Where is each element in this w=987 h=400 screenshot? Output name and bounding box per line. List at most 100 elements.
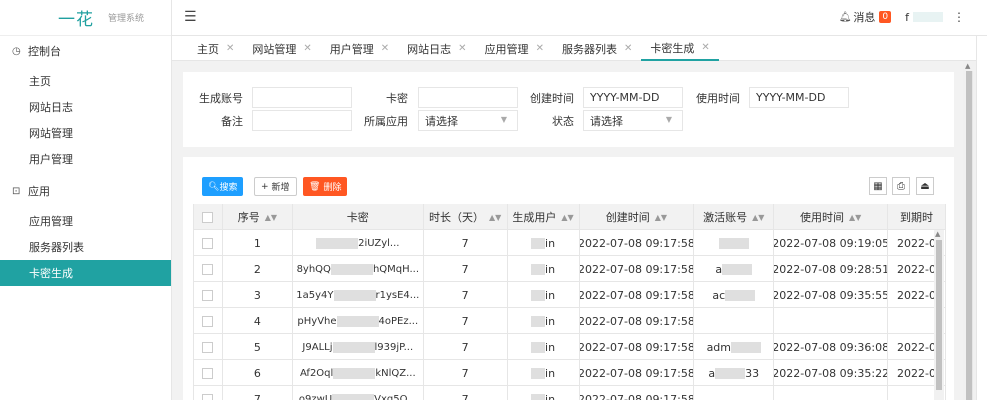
- sidebar-item-app-manage[interactable]: 应用管理: [0, 208, 171, 234]
- delete-button-label: 删除: [323, 183, 342, 193]
- col-no[interactable]: 序号 ▲▼: [223, 204, 293, 230]
- nav-group-apps[interactable]: ⊡ 应用: [0, 178, 171, 204]
- row-checkbox[interactable]: [202, 341, 214, 353]
- table-row[interactable]: 7 o9zwU Vxq5O... 7 in 2022-07-08 09:17:58: [194, 386, 946, 400]
- sort-icon[interactable]: ▲▼: [849, 213, 861, 222]
- tab-site-logs[interactable]: 网站日志 ✕: [398, 36, 475, 61]
- row-checkbox[interactable]: [202, 393, 214, 400]
- cell-gen-user: in: [508, 386, 580, 400]
- more-icon[interactable]: ⋮: [953, 10, 965, 24]
- remark-input[interactable]: [252, 110, 352, 131]
- messages-label[interactable]: 消息: [853, 9, 875, 25]
- table-scrollbar[interactable]: ▲: [934, 230, 944, 400]
- status-select[interactable]: 请选择 ▼: [583, 110, 683, 131]
- sort-icon[interactable]: ▲▼: [265, 213, 277, 222]
- cell-no: 6: [223, 360, 293, 386]
- table-row[interactable]: 1 2iUZyl... 7 in 2022-07-08 09:17:58 2022-07-…: [194, 230, 946, 256]
- search-form: 生成账号 卡密 创建时间 YYYY-MM-DD 使用时间 YYYY-MM-DD …: [183, 72, 954, 147]
- create-time-input[interactable]: YYYY-MM-DD: [583, 87, 683, 108]
- tab-site-manage[interactable]: 网站管理 ✕: [243, 36, 320, 61]
- row-select-cell: [194, 282, 223, 308]
- cell-days: 7: [424, 334, 508, 360]
- col-gen-user[interactable]: 生成用户 ▲▼: [508, 204, 580, 230]
- col-created[interactable]: 创建时间 ▲▼: [580, 204, 695, 230]
- gen-user-text: in: [545, 366, 556, 380]
- dashboard-icon: ◷: [12, 45, 21, 57]
- sort-icon[interactable]: ▲▼: [655, 213, 667, 222]
- trash-icon: 🗑︎: [309, 181, 321, 192]
- use-time-input[interactable]: YYYY-MM-DD: [749, 87, 849, 108]
- delete-button[interactable]: 🗑︎ 删除: [303, 177, 348, 196]
- scroll-up-icon[interactable]: ▲: [965, 62, 970, 70]
- page-scrollbar[interactable]: ▲: [963, 61, 976, 400]
- table-row[interactable]: 6 Af2Oql kNlQZ... 7 in 2022-07-08 09:17:58 a 33…: [194, 360, 946, 386]
- sort-icon[interactable]: ▲▼: [752, 213, 764, 222]
- cell-no: 5: [223, 334, 293, 360]
- card-key-input[interactable]: [418, 87, 518, 108]
- col-used[interactable]: 使用时间 ▲▼: [774, 204, 889, 230]
- sidebar-item-server-list[interactable]: 服务器列表: [0, 234, 171, 260]
- col-days[interactable]: 时长（天） ▲▼: [424, 204, 508, 230]
- card-key-label: 卡密: [386, 92, 408, 105]
- close-icon[interactable]: ✕: [381, 43, 389, 54]
- export-icon[interactable]: ⏏: [916, 177, 934, 195]
- menu-fold-icon[interactable]: ☰: [184, 9, 197, 25]
- user-menu[interactable]: f: [905, 11, 943, 24]
- sort-icon[interactable]: ▲▼: [489, 213, 501, 222]
- sidebar-item-home[interactable]: 主页: [0, 68, 171, 94]
- sort-icon[interactable]: ▲▼: [561, 213, 573, 222]
- tab-server-list[interactable]: 服务器列表 ✕: [553, 36, 641, 61]
- search-button[interactable]: 🔍︎ 搜索: [202, 177, 244, 196]
- row-checkbox[interactable]: [202, 237, 214, 249]
- tab-app-manage[interactable]: 应用管理 ✕: [476, 36, 553, 61]
- page-tabs: 主页 ✕ 网站管理 ✕ 用户管理 ✕ 网站日志 ✕ 应用管理 ✕ 服务器列表 ✕ 卡密生成 ✕: [172, 36, 977, 61]
- print-icon[interactable]: ⎙: [892, 177, 910, 195]
- row-checkbox[interactable]: [202, 367, 214, 379]
- logo-text: 一花: [58, 10, 94, 30]
- sidebar-item-site-manage[interactable]: 网站管理: [0, 120, 171, 146]
- close-icon[interactable]: ✕: [701, 42, 709, 53]
- table-row[interactable]: 2 8yhQQ hQMqH... 7 in 2022-07-08 09:17:58 a 202…: [194, 256, 946, 282]
- app-root: 一花 管理系统 ◷ 控制台 主页 网站日志 网站管理 用户管理 ⊡ 应用 应用管…: [0, 0, 987, 400]
- close-icon[interactable]: ✕: [303, 43, 311, 54]
- scrollbar-thumb[interactable]: [966, 71, 973, 400]
- row-checkbox[interactable]: [202, 315, 214, 327]
- row-checkbox[interactable]: [202, 263, 214, 275]
- close-icon[interactable]: ✕: [624, 43, 632, 54]
- table-row[interactable]: 5 J9ALLj l939jP... 7 in 2022-07-08 09:17:58 ad…: [194, 334, 946, 360]
- status-select-value: 请选择: [590, 114, 623, 128]
- row-checkbox[interactable]: [202, 289, 214, 301]
- app-select[interactable]: 请选择 ▼: [418, 110, 518, 131]
- col-label: 创建时间: [605, 211, 650, 224]
- close-icon[interactable]: ✕: [536, 43, 544, 54]
- close-icon[interactable]: ✕: [458, 43, 466, 54]
- table-row[interactable]: 3 1a5y4Y r1ysE4... 7 in 2022-07-08 09:17:58 ac…: [194, 282, 946, 308]
- col-card-key: 卡密: [293, 204, 424, 230]
- select-all-checkbox[interactable]: [202, 211, 214, 223]
- table-header: 序号 ▲▼ 卡密 时长（天） ▲▼ 生成用户 ▲▼ 创建时间 ▲▼ 激活账号 ▲▼ 使用时…: [194, 204, 946, 230]
- plus-icon: +: [261, 181, 269, 192]
- sidebar-item-site-logs[interactable]: 网站日志: [0, 94, 171, 120]
- tab-home[interactable]: 主页 ✕: [188, 36, 243, 61]
- cell-account: [694, 386, 775, 400]
- close-icon[interactable]: ✕: [226, 43, 234, 54]
- tab-user-manage[interactable]: 用户管理 ✕: [321, 36, 398, 61]
- app-icon: ⊡: [12, 185, 21, 197]
- nav-group-console[interactable]: ◷ 控制台: [0, 38, 171, 64]
- cell-used: 2022-07-08 09:35:55: [774, 282, 889, 308]
- add-button[interactable]: + 新增: [254, 177, 297, 196]
- table-card: 🔍︎ 搜索 + 新增 🗑︎ 删除 ▦ ⎙ ⏏ 序号 ▲▼ 卡密 时长（天） ▲▼ 生成用户…: [183, 157, 954, 400]
- bell-icon[interactable]: 🔔︎: [839, 12, 852, 23]
- redacted-block: [531, 393, 546, 400]
- gen-account-input[interactable]: [252, 87, 352, 108]
- tab-card-gen[interactable]: 卡密生成 ✕: [641, 36, 719, 61]
- table-row[interactable]: 4 pHyVhe 4oPEz... 7 in 2022-07-08 09:17:58: [194, 308, 946, 334]
- col-account[interactable]: 激活账号 ▲▼: [694, 204, 775, 230]
- scroll-up-icon[interactable]: ▲: [935, 230, 940, 238]
- redacted-block: [531, 237, 546, 249]
- columns-filter-icon[interactable]: ▦: [869, 177, 887, 195]
- nav-group-label: 控制台: [28, 45, 61, 58]
- sidebar-item-card-gen[interactable]: 卡密生成: [0, 260, 171, 286]
- scrollbar-thumb[interactable]: [936, 240, 942, 390]
- sidebar-item-user-manage[interactable]: 用户管理: [0, 146, 171, 172]
